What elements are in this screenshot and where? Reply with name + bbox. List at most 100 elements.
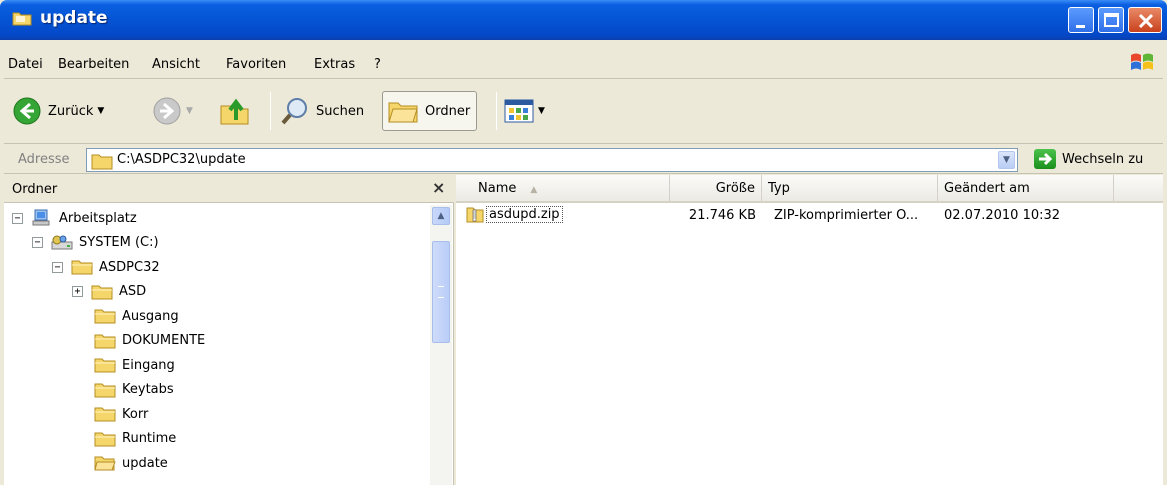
column-header-name[interactable]: Name ▲ bbox=[456, 175, 670, 203]
folder-icon bbox=[94, 309, 116, 324]
back-arrow-icon bbox=[13, 97, 41, 125]
column-name-label: Name bbox=[478, 181, 517, 196]
go-button[interactable]: Wechseln zu bbox=[1034, 149, 1143, 169]
folder-icon bbox=[94, 334, 116, 348]
address-value: C:\ASDPC32\update bbox=[117, 152, 246, 167]
folders-pane-title: Ordner bbox=[12, 182, 58, 197]
file-name-cell[interactable]: asdupd.zip bbox=[466, 205, 563, 223]
file-modified: 02.07.2010 10:32 bbox=[944, 208, 1061, 223]
views-button[interactable]: ▼ bbox=[504, 91, 545, 131]
tree-item-label: DOKUMENTE bbox=[122, 333, 206, 348]
tree-item-asd[interactable]: + ASD bbox=[72, 281, 146, 303]
scroll-grip-icon bbox=[438, 286, 444, 298]
menu-datei[interactable]: Datei bbox=[8, 57, 43, 72]
menu-extras[interactable]: Extras bbox=[314, 57, 355, 72]
column-header-type[interactable]: Typ bbox=[762, 175, 938, 203]
column-header-modified[interactable]: Geändert am bbox=[938, 175, 1114, 203]
tree-item-asdpc32[interactable]: − ASDPC32 bbox=[52, 256, 160, 278]
tree-item-label: Keytabs bbox=[122, 382, 174, 397]
menu-bar: Datei Bearbeiten Ansicht Favoriten Extra… bbox=[4, 45, 1163, 79]
dropdown-arrow-icon[interactable]: ▼ bbox=[97, 106, 104, 116]
zip-folder-icon bbox=[466, 207, 484, 223]
tree-item-dokumente[interactable]: DOKUMENTE bbox=[94, 330, 205, 352]
tree-item-label: update bbox=[122, 455, 168, 471]
folder-icon bbox=[71, 260, 93, 275]
back-button[interactable]: Zurück ▼ bbox=[12, 91, 104, 131]
tree-item-label: ASD bbox=[119, 284, 147, 299]
forward-button[interactable]: ▼ bbox=[152, 91, 193, 131]
close-icon bbox=[1138, 13, 1154, 29]
up-folder-icon bbox=[220, 98, 249, 125]
tree-item-runtime[interactable]: Runtime bbox=[94, 428, 176, 450]
tree-item-keytabs[interactable]: Keytabs bbox=[94, 379, 174, 401]
menu-ansicht[interactable]: Ansicht bbox=[152, 57, 200, 72]
back-label: Zurück bbox=[48, 103, 94, 119]
tree-item-label: Arbeitsplatz bbox=[59, 210, 137, 226]
tree-item-update[interactable]: update bbox=[94, 452, 168, 474]
maximize-icon bbox=[1104, 13, 1119, 27]
address-label: Adresse bbox=[18, 152, 70, 167]
folders-pane-header: Ordner × bbox=[4, 175, 454, 203]
scroll-up-button[interactable]: ▲ bbox=[432, 207, 450, 225]
dropdown-arrow-icon[interactable]: ▼ bbox=[186, 106, 193, 116]
collapse-icon[interactable]: − bbox=[32, 237, 43, 248]
tree-item-arbeitsplatz[interactable]: − Arbeitsplatz bbox=[12, 207, 137, 229]
folder-icon bbox=[91, 154, 113, 170]
go-arrow-icon bbox=[1034, 149, 1056, 169]
folder-icon bbox=[91, 285, 113, 299]
tree-item-label: SYSTEM (C:) bbox=[79, 235, 159, 250]
close-pane-icon[interactable]: × bbox=[432, 178, 445, 197]
sort-ascending-icon: ▲ bbox=[530, 185, 538, 195]
tree-item-ausgang[interactable]: Ausgang bbox=[94, 305, 179, 327]
menu-favoriten[interactable]: Favoriten bbox=[226, 57, 286, 72]
tree-item-korr[interactable]: Korr bbox=[94, 403, 148, 425]
search-button[interactable]: Suchen bbox=[280, 91, 364, 131]
tree-item-label: Eingang bbox=[122, 357, 175, 373]
folder-icon bbox=[94, 383, 116, 397]
file-name: asdupd.zip bbox=[486, 205, 563, 223]
column-modified-label: Geändert am bbox=[944, 181, 1030, 196]
maximize-button[interactable] bbox=[1098, 7, 1124, 33]
folders-label: Ordner bbox=[425, 103, 471, 119]
tree-item-eingang[interactable]: Eingang bbox=[94, 354, 175, 376]
windows-logo-icon bbox=[1131, 53, 1153, 70]
search-icon bbox=[281, 98, 307, 125]
vertical-scrollbar[interactable]: ▲ bbox=[430, 205, 452, 485]
toolbar: Zurück ▼ ▼ Suchen Ordner ▼ bbox=[4, 80, 1163, 144]
folder-tree: − Arbeitsplatz − SYSTEM (C:) − ASDPC32 + ASD Aus… bbox=[4, 205, 430, 485]
go-label: Wechseln zu bbox=[1062, 151, 1144, 167]
dropdown-arrow-icon[interactable]: ▼ bbox=[538, 106, 545, 116]
column-type-label: Typ bbox=[768, 181, 790, 196]
open-folder-icon bbox=[94, 456, 116, 471]
tree-item-label: Korr bbox=[122, 406, 149, 422]
window-title: update bbox=[40, 8, 108, 28]
title-bar[interactable]: update bbox=[0, 0, 1167, 40]
file-row[interactable]: asdupd.zip 21.746 KB ZIP-komprimierter O… bbox=[456, 205, 1163, 227]
file-type: ZIP-komprimierter O... bbox=[774, 208, 919, 223]
menu-bearbeiten[interactable]: Bearbeiten bbox=[58, 57, 129, 72]
search-label: Suchen bbox=[316, 103, 365, 119]
minimize-button[interactable] bbox=[1068, 7, 1094, 33]
address-dropdown-button[interactable]: ▼ bbox=[998, 151, 1015, 169]
folders-button[interactable]: Ordner bbox=[382, 91, 478, 131]
folders-pane: Ordner × − Arbeitsplatz − SYSTEM (C:) − ASDPC… bbox=[4, 175, 454, 485]
tree-item-label: Runtime bbox=[122, 431, 177, 446]
tree-item-label: ASDPC32 bbox=[99, 259, 160, 275]
folder-icon bbox=[94, 432, 116, 446]
minimize-icon bbox=[1076, 25, 1085, 28]
collapse-icon[interactable]: − bbox=[12, 212, 23, 224]
column-size-label: Größe bbox=[715, 181, 755, 196]
tree-item-label: Ausgang bbox=[122, 308, 179, 324]
tree-item-system-c[interactable]: − SYSTEM (C:) bbox=[32, 232, 159, 254]
folder-icon bbox=[94, 358, 116, 373]
column-header-size[interactable]: Größe bbox=[670, 175, 762, 203]
menu-help[interactable]: ? bbox=[374, 57, 381, 72]
expand-icon[interactable]: + bbox=[72, 286, 83, 297]
close-button[interactable] bbox=[1128, 7, 1162, 33]
scroll-thumb[interactable] bbox=[432, 241, 450, 343]
up-folder-button[interactable] bbox=[218, 91, 252, 131]
views-icon bbox=[504, 99, 534, 123]
collapse-icon[interactable]: − bbox=[52, 261, 63, 273]
file-size: 21.746 KB bbox=[688, 208, 756, 223]
address-field[interactable]: C:\ASDPC32\update ▼ bbox=[86, 148, 1018, 172]
